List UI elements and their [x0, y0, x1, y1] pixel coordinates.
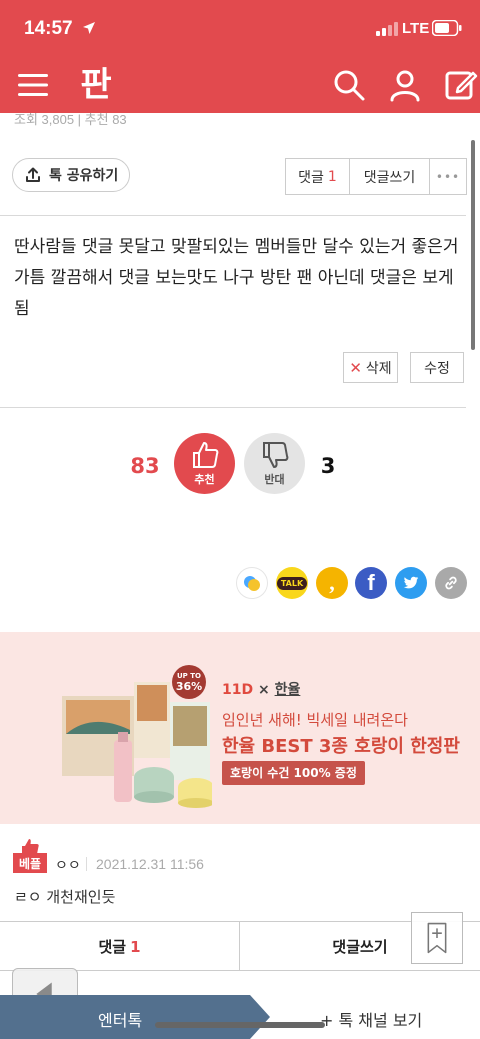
- divider: [0, 215, 466, 216]
- thumbs-up-icon: [193, 442, 219, 468]
- hamburger-menu-icon[interactable]: [18, 72, 48, 98]
- channel-view-link[interactable]: + 톡 채널 보기: [320, 1007, 422, 1031]
- comment-count: 1: [327, 168, 337, 185]
- thumbs-down-icon: [263, 442, 289, 468]
- kakaostory-icon[interactable]: ,: [316, 567, 348, 599]
- svg-text:UP TO: UP TO: [177, 672, 201, 680]
- talk-share-label: 톡 공유하기: [49, 168, 119, 184]
- chain-link: [445, 576, 457, 590]
- link-icon[interactable]: [435, 567, 467, 599]
- oppose-count: 3: [320, 454, 336, 478]
- talk-share-button[interactable]: 톡 공유하기: [12, 158, 130, 192]
- location-arrow-icon: [83, 22, 95, 34]
- delete-label: 삭제: [365, 360, 392, 377]
- ad-brand-prefix: 11: [222, 682, 242, 698]
- bottom-comment-bar: 댓글 1 댓글쓰기: [0, 921, 480, 971]
- write-comment-button[interactable]: 댓글쓰기: [350, 159, 430, 194]
- kakaotalk-icon[interactable]: TALK: [276, 567, 308, 599]
- edit-button[interactable]: 수정: [410, 352, 464, 383]
- search-icon[interactable]: [332, 68, 366, 102]
- band-logo: [244, 576, 260, 591]
- status-time: 14:57: [24, 18, 73, 39]
- home-indicator[interactable]: [155, 1022, 325, 1028]
- bookmark-add-button[interactable]: [411, 912, 463, 964]
- comment-label: 댓글: [298, 169, 324, 186]
- ad-headline: 임인년 새해! 빅세일 내려온다: [222, 711, 408, 729]
- oppose-label: 반대: [264, 473, 285, 486]
- oppose-button[interactable]: 반대: [244, 433, 305, 494]
- twitter-bird: [403, 576, 419, 589]
- ad-brand-x: ×: [257, 682, 270, 698]
- battery-icon: [432, 20, 462, 36]
- facebook-icon[interactable]: f: [355, 567, 387, 599]
- ad-promo-badge: 호랑이 수건 100% 증정: [222, 761, 365, 785]
- footer-bar: 엔터톡 + 톡 채널 보기: [0, 995, 480, 1039]
- reply-date: 2021.12.31 11:56: [96, 856, 204, 872]
- pann-logo[interactable]: 판: [76, 62, 116, 106]
- recommend-label: 추천: [194, 473, 215, 486]
- ad-banner[interactable]: UP TO 36% 11D × 한율 임인년 새해! 빅세일 내려온다 한율 B…: [0, 632, 480, 824]
- twitter-icon[interactable]: [395, 567, 427, 599]
- share-upload-icon: [26, 167, 40, 182]
- bottom-comment-label: 댓글: [98, 938, 127, 956]
- comment-count-button[interactable]: 댓글 1: [286, 159, 350, 194]
- user-profile-icon[interactable]: [388, 68, 422, 102]
- meta-separator: [86, 857, 87, 871]
- post-meta: 조회 3,805 | 추천 83: [14, 112, 127, 127]
- top-navigation: 판: [0, 58, 480, 113]
- product-image: UP TO 36%: [62, 665, 212, 808]
- network-type: LTE: [402, 20, 430, 37]
- ad-title: 한율 BEST 3종 호랑이 한정판: [222, 736, 460, 757]
- best-badge: 베플: [13, 853, 47, 873]
- comment-toolbar: 댓글 1 댓글쓰기 •••: [285, 158, 467, 195]
- recommend-count: 83: [130, 454, 160, 478]
- bottom-comment-button[interactable]: 댓글 1: [0, 922, 240, 971]
- cellular-signal-icon: [376, 22, 398, 36]
- bottom-comment-count: 1: [130, 937, 141, 956]
- kakaotalk-label: TALK: [276, 576, 308, 590]
- reply-author[interactable]: ㅇㅇ: [55, 855, 81, 875]
- entertalk-label: 엔터톡: [98, 1011, 143, 1030]
- entertalk-tab[interactable]: 엔터톡: [0, 995, 270, 1039]
- svg-text:36%: 36%: [176, 680, 202, 693]
- ad-brand-name: 한율: [274, 682, 301, 698]
- comment-body: 딴사람들 댓글 못달고 맞팔되있는 멤버들만 달수 있는거 좋은거가틈 깔끔해서…: [14, 237, 459, 319]
- ad-brand-mark: D: [241, 682, 254, 698]
- recommend-button[interactable]: 추천: [174, 433, 235, 494]
- delete-x-icon: ✕: [349, 358, 362, 377]
- divider: [0, 407, 466, 408]
- app-header: 14:57 LTE 판: [0, 0, 480, 113]
- status-bar: 14:57 LTE: [0, 0, 480, 58]
- ad-brand: 11D × 한율: [222, 679, 300, 699]
- delete-button[interactable]: ✕ 삭제: [343, 352, 398, 383]
- reply-text: ㄹㅇ 개천재인듯: [14, 888, 116, 906]
- svg-text:판: 판: [80, 65, 111, 105]
- bookmark-plus-icon: [427, 922, 447, 954]
- compose-icon[interactable]: [444, 68, 478, 102]
- scrollbar[interactable]: [471, 140, 475, 350]
- more-options-button[interactable]: •••: [430, 159, 466, 194]
- band-icon[interactable]: [236, 567, 268, 599]
